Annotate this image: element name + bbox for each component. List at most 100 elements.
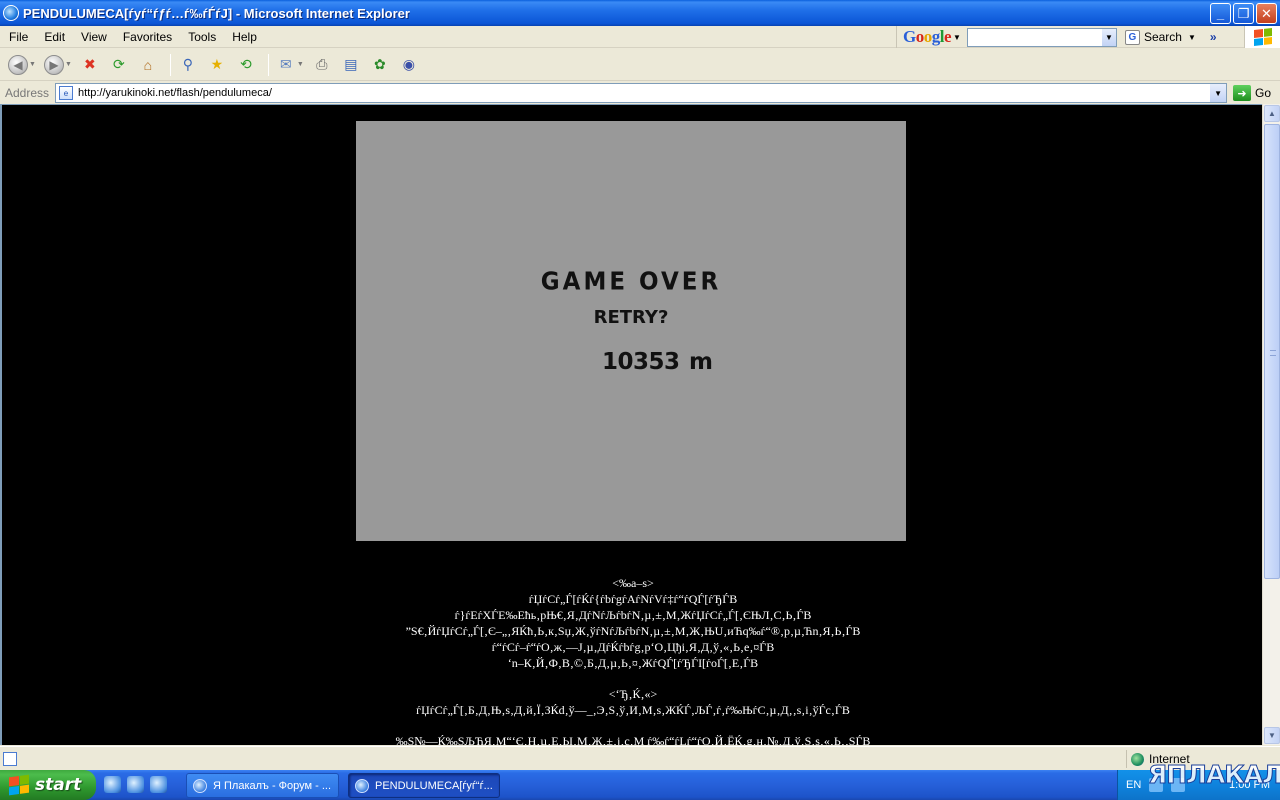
go-arrow-icon: ➜ [1233,85,1252,101]
vertical-scrollbar[interactable]: ▲ ▼ [1262,104,1280,745]
research-icon: ◉ [402,56,415,72]
menu-favorites[interactable]: Favorites [115,30,180,44]
google-toolbar: Google ▼ ▼ G Search ▼ » [896,26,1217,48]
google-more-chevron-icon[interactable]: » [1210,30,1217,44]
google-menu-chevron-down-icon[interactable]: ▼ [953,33,961,42]
ie-logo-icon [3,5,19,21]
mail-icon: ✉ [280,56,292,72]
forward-button[interactable]: ▶ [42,53,66,77]
maximize-button[interactable]: ❐ [1233,3,1254,24]
google-search-button[interactable]: G Search ▼ [1124,29,1202,45]
search-icon: ⚲ [182,56,193,72]
scroll-up-icon[interactable]: ▲ [1264,105,1280,122]
task-label: Я Плакалъ - Форум - ... [213,779,332,792]
watermark-logo: ЯПЛАКАЛЪ [1147,760,1280,790]
globe-icon [1131,752,1144,766]
taskbar-item-pendulumeca[interactable]: PENDULUMECA[ѓуѓ“ѓ... [348,773,500,798]
search-button[interactable]: ⚲ [176,53,200,77]
edit-button[interactable]: ▤ [339,53,363,77]
menu-edit[interactable]: Edit [36,30,73,44]
messenger-button[interactable]: ✿ [368,53,392,77]
mail-dropdown-icon[interactable]: ▼ [297,61,304,68]
messenger-icon: ✿ [373,56,386,72]
go-label: Go [1255,86,1272,100]
edit-page-icon: ▤ [344,56,358,72]
standard-toolbar: ◀ ▼ ▶ ▼ ✖ ⟳ ⌂ ⚲ ★ ⟲ ✉ ▼ ⎙ ▤ ✿ ◉ [0,49,1280,81]
title-bar[interactable]: PENDULUMECA[ѓуѓ“ѓƒѓ…ѓ‰ѓЃѓJ] - Microsoft … [0,0,1280,26]
close-button[interactable]: ✕ [1256,3,1277,24]
back-button[interactable]: ◀ [6,53,30,77]
quick-launch [104,776,167,793]
minimize-button[interactable]: _ [1210,3,1231,24]
start-button[interactable]: start [0,770,96,800]
language-indicator[interactable]: EN [1126,779,1141,791]
description-line: ”Ѕ€‚ЙѓЏѓCѓ„Ѓ[‚Є–„‚ЯЌћ‚Ь‚к‚Sџ‚Ж‚ўѓNѓЉѓbѓN… [405,624,861,638]
windows-flag-icon [9,774,29,796]
scroll-thumb[interactable] [1264,124,1280,579]
address-input[interactable]: e http://yarukinoki.net/flash/pendulumec… [55,83,1228,103]
task-label: PENDULUMECA[ѓуѓ“ѓ... [375,779,493,792]
history-icon: ⟲ [240,56,252,72]
home-icon: ⌂ [143,56,153,73]
address-url: http://yarukinoki.net/flash/pendulumeca/ [78,87,272,99]
google-search-label: Search [1143,30,1182,44]
address-dropdown-icon[interactable]: ▼ [1210,84,1227,102]
go-button[interactable]: ➜ Go [1233,85,1271,101]
google-search-dropdown-icon[interactable]: ▼ [1101,28,1116,46]
distance-value: 10353 [602,349,680,375]
research-button[interactable]: ◉ [397,53,421,77]
notes-heading: <‘Ђ‚Ќ‚«> [608,687,658,701]
printer-icon: ⎙ [316,56,328,72]
window-controls: _ ❐ ✕ [1210,3,1277,24]
ie-quicklaunch-icon[interactable] [127,776,144,793]
menu-help[interactable]: Help [224,30,265,44]
taskbar-item-forum[interactable]: Я Плакалъ - Форум - ... [186,773,339,798]
toolbar-separator [169,53,171,76]
menu-view[interactable]: View [73,30,115,44]
game-over-title: GAME OVER [540,267,722,297]
description-line: ѓ}ѓEѓXЃE‰Ећь‚рЊ€‚Я‚ДѓNѓЉѓbѓN‚µ‚±‚М‚ЖѓЏѓC… [454,608,812,622]
google-search-chevron-down-icon[interactable]: ▼ [1188,33,1196,42]
home-button[interactable]: ⌂ [136,53,160,77]
window-title: PENDULUMECA[ѓуѓ“ѓƒѓ…ѓ‰ѓЃѓJ] - Microsoft … [23,5,410,21]
print-button[interactable]: ⎙ [310,53,334,77]
show-desktop-icon[interactable] [104,776,121,793]
address-bar: Address e http://yarukinoki.net/flash/pe… [0,82,1280,104]
page-content: GAME OVER RETRY? 10353 m <‰а–ѕ> ѓЏѓCѓ„Ѓ[… [0,104,1262,745]
star-icon: ★ [210,56,224,72]
page-icon: e [59,86,74,100]
taskbar: start Я Плакалъ - Форум - ... PENDULUMEC… [0,770,1280,800]
status-page-icon [3,751,17,766]
google-search-input[interactable]: ▼ [966,27,1117,47]
status-bar: Internet [0,746,1280,770]
retry-button[interactable]: RETRY? [356,307,906,328]
ie-window-icon [355,778,369,793]
description-line: ѓЏѓCѓ„Ѓ[ѓЌѓ{ѓbѓgѓAѓNѓVѓ‡ѓ“ѓQЃ[ѓЂЃB [528,592,738,606]
mail-button[interactable]: ✉ [274,53,298,77]
address-label: Address [5,86,50,100]
history-button[interactable]: ⟲ [234,53,258,77]
google-logo[interactable]: Google [903,27,952,47]
menu-bar: File Edit View Favorites Tools Help Goog… [0,26,1280,48]
forward-dropdown-icon[interactable]: ▼ [65,61,72,68]
menu-tools[interactable]: Tools [180,30,224,44]
ie-window-icon [193,778,207,793]
stop-icon: ✖ [84,56,96,72]
notes-line: ѓЏѓCѓ„Ѓ[‚Б‚Д‚Њ‚ѕ‚Д‚й‚Ї‚ЗЌd‚ў—_‚Э‚S‚ў‚И‚М… [416,703,850,717]
favorites-button[interactable]: ★ [205,53,229,77]
media-player-icon[interactable] [150,776,167,793]
start-label: start [35,775,82,795]
stop-button[interactable]: ✖ [78,53,102,77]
toolbar-separator [267,53,269,76]
windows-logo-icon [1244,26,1280,48]
menu-file[interactable]: File [0,30,36,44]
google-g-icon: G [1124,29,1140,45]
back-arrow-icon: ◀ [8,54,28,75]
game-description: <‰а–ѕ> ѓЏѓCѓ„Ѓ[ѓЌѓ{ѓbѓgѓAѓNѓVѓ‡ѓ“ѓQЃ[ѓЂЃ… [2,575,1262,745]
description-line: ѓ“ѓCѓ–ѓ“ѓO‚ж‚—Ј‚µ‚ДѓЌѓbѓg‚р‘O‚Цђi‚Я‚Д‚ў‚… [491,640,775,654]
scroll-down-icon[interactable]: ▼ [1264,727,1280,744]
distance-unit: m [689,349,713,375]
flash-game-canvas[interactable]: GAME OVER RETRY? 10353 m [356,121,906,541]
back-dropdown-icon[interactable]: ▼ [29,61,36,68]
refresh-button[interactable]: ⟳ [107,53,131,77]
